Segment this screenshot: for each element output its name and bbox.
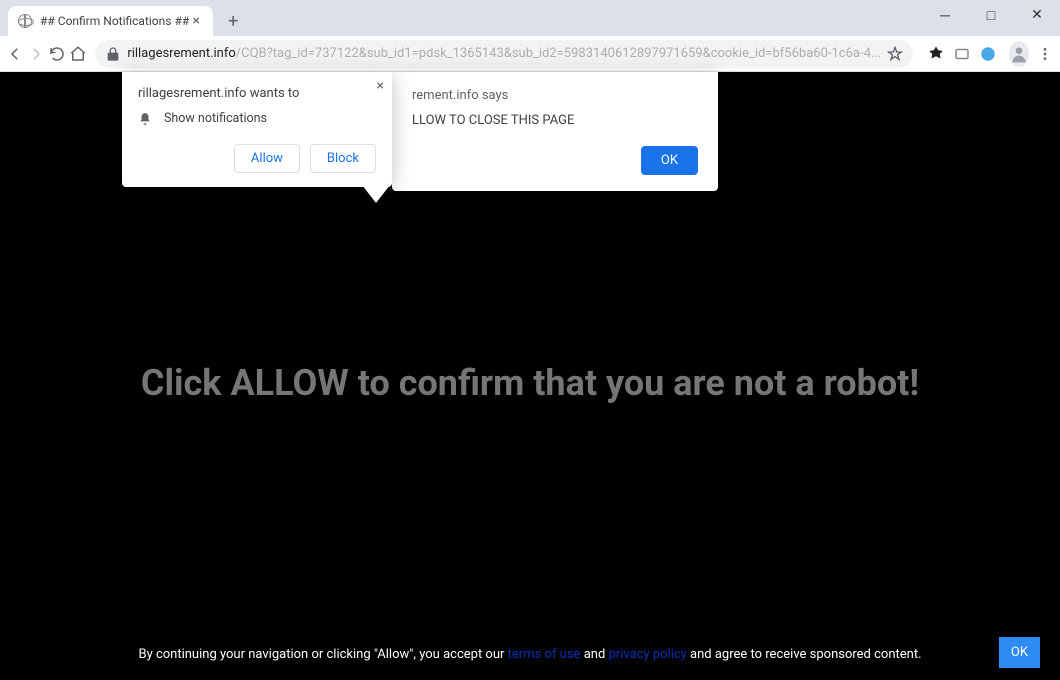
privacy-link[interactable]: privacy policy [609,647,687,662]
browser-titlebar: ## Confirm Notifications ## × + ─ □ ✕ [0,0,1060,36]
footer-text-pre: By continuing your navigation or clickin… [138,647,507,662]
alert-ok-button[interactable]: OK [641,146,698,175]
forward-button[interactable] [27,39,46,69]
permission-title: rillagesrement.info wants to [138,86,376,101]
browser-menu-button[interactable] [1035,39,1054,69]
extension-icon-1[interactable] [927,45,945,63]
reload-button[interactable] [48,39,67,69]
footer-text-post: and agree to receive sponsored content. [687,647,922,662]
browser-tab[interactable]: ## Confirm Notifications ## × [8,6,213,36]
close-tab-icon[interactable]: × [189,14,203,28]
reload-icon [48,45,66,63]
home-button[interactable] [68,39,87,69]
window-controls: ─ □ ✕ [922,0,1060,30]
globe-icon [18,14,32,28]
person-icon [1009,44,1029,64]
arrow-left-icon [6,45,24,63]
lock-icon [105,46,121,62]
footer-and: and [580,647,608,662]
maximize-button[interactable]: □ [968,0,1014,30]
permission-actions: Allow Block [138,144,376,173]
home-icon [69,45,87,63]
popup-close-icon[interactable]: × [377,78,384,94]
browser-toolbar: rillagesrement.info/CQB?tag_id=737122&su… [0,36,1060,72]
url-text: rillagesrement.info/CQB?tag_id=737122&su… [127,46,881,61]
extension-icon-2[interactable] [953,45,971,63]
profile-avatar[interactable] [1009,41,1029,67]
bookmark-star-icon[interactable] [887,46,903,62]
notification-permission-popup: × rillagesrement.info wants to Show noti… [122,72,392,187]
address-bar[interactable]: rillagesrement.info/CQB?tag_id=737122&su… [95,40,913,68]
terms-link[interactable]: terms of use [508,647,581,662]
js-alert-dialog: rement.info says LLOW TO CLOSE THIS PAGE… [392,72,718,191]
bell-icon [138,112,152,126]
consent-footer: By continuing your navigation or clickin… [0,629,1060,680]
hero-text: Click ALLOW to confirm that you are not … [0,362,1060,404]
arrow-right-icon [27,45,45,63]
tab-title: ## Confirm Notifications ## [40,14,189,28]
permission-item-text: Show notifications [164,111,267,126]
close-window-button[interactable]: ✕ [1014,0,1060,30]
dots-vertical-icon [1037,46,1053,62]
consent-ok-button[interactable]: OK [999,637,1040,668]
minimize-button[interactable]: ─ [922,0,968,30]
allow-button[interactable]: Allow [234,144,300,173]
back-button[interactable] [6,39,25,69]
alert-body: LLOW TO CLOSE THIS PAGE [412,113,698,128]
new-tab-button[interactable]: + [219,7,247,35]
block-button[interactable]: Block [310,144,376,173]
extension-icon-3[interactable] [979,45,997,63]
permission-row: Show notifications [138,111,376,126]
alert-title: rement.info says [412,88,698,103]
alert-actions: OK [412,146,698,175]
extension-icons [921,45,1003,63]
